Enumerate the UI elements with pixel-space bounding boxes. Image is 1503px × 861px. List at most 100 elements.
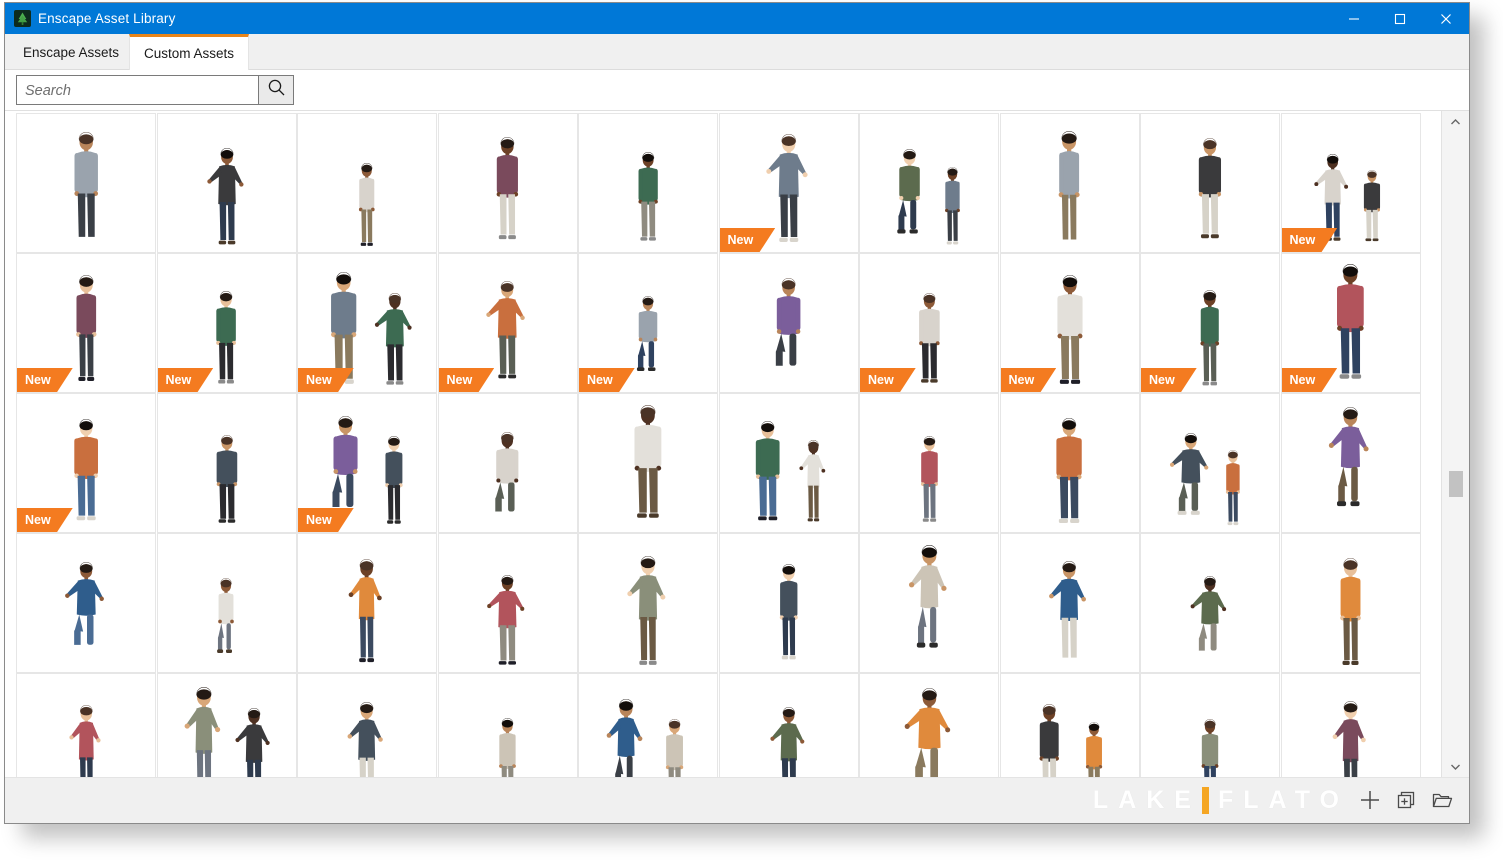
asset-figure <box>1312 154 1389 244</box>
scroll-up-button[interactable] <box>1442 111 1469 133</box>
asset-thumbnail[interactable] <box>859 533 999 673</box>
asset-thumbnail[interactable] <box>156 113 297 253</box>
asset-thumbnail[interactable] <box>578 533 718 673</box>
tab-label: Enscape Assets <box>23 44 120 60</box>
asset-thumbnail[interactable] <box>1280 673 1421 778</box>
asset-grid: New New New New New New New New New New … <box>16 113 1426 778</box>
scrollbar-thumb[interactable] <box>1449 471 1463 497</box>
scrollbar-track[interactable] <box>1442 133 1469 756</box>
asset-thumbnail[interactable]: New <box>156 253 297 393</box>
asset-thumbnail[interactable] <box>297 673 437 778</box>
asset-thumbnail[interactable] <box>578 393 718 533</box>
asset-figure <box>628 296 668 383</box>
asset-thumbnail[interactable] <box>718 673 859 778</box>
asset-thumbnail[interactable]: New <box>1280 253 1421 393</box>
asset-thumbnail[interactable] <box>437 113 578 253</box>
asset-thumbnail[interactable]: New <box>578 253 718 393</box>
asset-thumbnail[interactable] <box>718 253 859 393</box>
asset-thumbnail[interactable] <box>16 533 156 673</box>
tab-custom-assets[interactable]: Custom Assets <box>129 34 250 71</box>
asset-grid-viewport[interactable]: New New New New New New New New New New … <box>5 111 1443 778</box>
asset-figure <box>317 272 416 388</box>
asset-thumbnail[interactable] <box>999 533 1140 673</box>
search-box <box>16 75 294 105</box>
asset-thumbnail[interactable] <box>718 533 859 673</box>
asset-thumbnail[interactable] <box>16 113 156 253</box>
asset-figure <box>64 705 109 778</box>
asset-thumbnail[interactable] <box>999 393 1140 533</box>
asset-figure <box>61 275 112 385</box>
asset-thumbnail[interactable] <box>1280 393 1421 533</box>
asset-thumbnail[interactable] <box>999 113 1140 253</box>
asset-thumbnail[interactable] <box>1280 533 1421 673</box>
logo-divider <box>1201 786 1209 814</box>
asset-figure <box>1326 701 1375 778</box>
asset-figure <box>1044 418 1094 527</box>
asset-thumbnail[interactable]: New <box>16 393 156 533</box>
asset-figure <box>484 281 530 382</box>
search-input[interactable] <box>17 76 258 104</box>
asset-thumbnail[interactable] <box>1140 113 1280 253</box>
asset-thumbnail[interactable] <box>999 673 1140 778</box>
vertical-scrollbar[interactable] <box>1441 111 1469 778</box>
asset-thumbnail[interactable]: New <box>1280 113 1421 253</box>
asset-thumbnail[interactable] <box>578 113 718 253</box>
asset-thumbnail[interactable] <box>437 393 578 533</box>
asset-thumbnail[interactable] <box>437 673 578 778</box>
scroll-down-button[interactable] <box>1442 756 1469 778</box>
asset-grid-row: New New <box>16 393 1426 533</box>
asset-thumbnail[interactable] <box>859 673 999 778</box>
asset-grid-row <box>16 533 1426 673</box>
asset-thumbnail[interactable] <box>859 113 999 253</box>
asset-figure <box>902 545 957 664</box>
asset-thumbnail[interactable] <box>156 673 297 778</box>
asset-thumbnail[interactable]: New <box>16 253 156 393</box>
asset-figure <box>887 149 971 247</box>
title-bar: Enscape Asset Library <box>5 3 1469 34</box>
asset-figure <box>903 688 956 778</box>
asset-figure <box>763 134 815 246</box>
asset-thumbnail[interactable]: New <box>297 253 437 393</box>
asset-thumbnail[interactable] <box>156 393 297 533</box>
duplicate-asset-button[interactable] <box>1391 788 1421 816</box>
tab-enscape-assets[interactable]: Enscape Assets <box>9 34 133 70</box>
asset-thumbnail[interactable]: New <box>1140 253 1280 393</box>
asset-figure <box>908 293 951 386</box>
asset-thumbnail[interactable]: New <box>437 253 578 393</box>
asset-thumbnail[interactable] <box>1140 673 1280 778</box>
asset-thumbnail[interactable] <box>16 673 156 778</box>
asset-figure <box>1169 433 1251 528</box>
asset-figure <box>483 137 532 243</box>
asset-thumbnail[interactable] <box>156 533 297 673</box>
logo-flato-text: FLATO <box>1217 786 1349 814</box>
asset-thumbnail[interactable] <box>859 393 999 533</box>
asset-thumbnail[interactable]: New <box>297 393 437 533</box>
asset-thumbnail[interactable] <box>437 533 578 673</box>
asset-figure <box>627 152 669 244</box>
asset-figure <box>60 132 112 246</box>
new-badge: New <box>579 368 635 392</box>
asset-thumbnail[interactable]: New <box>718 113 859 253</box>
asset-grid-row: New New New New New New New New New <box>16 253 1426 393</box>
search-button[interactable] <box>258 76 293 104</box>
asset-thumbnail[interactable] <box>1140 533 1280 673</box>
asset-thumbnail[interactable]: New <box>859 253 999 393</box>
footer-bar: LAKE FLATO <box>5 777 1469 823</box>
tab-label: Custom Assets <box>144 46 235 61</box>
chevron-down-icon <box>1450 758 1461 776</box>
asset-figure <box>1190 719 1230 778</box>
asset-thumbnail[interactable] <box>578 673 718 778</box>
add-asset-button[interactable] <box>1355 788 1385 816</box>
asset-thumbnail[interactable] <box>718 393 859 533</box>
asset-figure <box>342 559 391 666</box>
asset-thumbnail[interactable]: New <box>999 253 1140 393</box>
asset-thumbnail[interactable] <box>1140 393 1280 533</box>
close-button[interactable] <box>1423 3 1469 34</box>
minimize-button[interactable] <box>1331 3 1377 34</box>
asset-figure <box>1323 264 1378 383</box>
asset-thumbnail[interactable] <box>297 533 437 673</box>
open-folder-button[interactable] <box>1427 788 1457 816</box>
asset-figure <box>1324 407 1377 522</box>
asset-thumbnail[interactable] <box>297 113 437 253</box>
maximize-button[interactable] <box>1377 3 1423 34</box>
